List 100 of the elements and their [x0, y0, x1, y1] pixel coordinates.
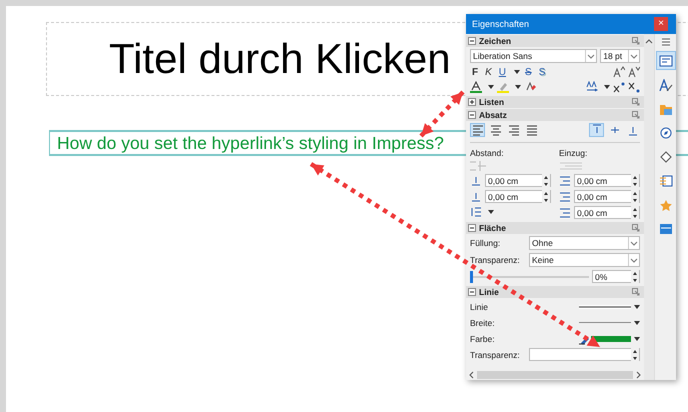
- sidebar-tab[interactable]: [656, 51, 676, 70]
- caret-icon[interactable]: [604, 85, 610, 89]
- section-title: Linie: [479, 287, 500, 297]
- line-label: Linie: [470, 302, 489, 312]
- align-middle-icon: [608, 124, 620, 136]
- arrow-head: [586, 336, 600, 347]
- caret-icon[interactable]: [634, 320, 640, 324]
- format-button[interactable]: K: [483, 66, 494, 78]
- collapse-icon[interactable]: [468, 224, 476, 232]
- collapse-icon[interactable]: [468, 37, 476, 45]
- scroll-right-icon[interactable]: [635, 371, 642, 379]
- line-transparency-field[interactable]: [529, 348, 640, 361]
- align-button[interactable]: [506, 123, 521, 137]
- format-button[interactable]: S: [523, 66, 534, 78]
- indent-label: Einzug:: [559, 148, 588, 158]
- section-header[interactable]: Zeichen: [466, 35, 644, 47]
- vertical-align-button[interactable]: [589, 123, 604, 137]
- slider-thumb[interactable]: [470, 270, 473, 282]
- indent-options-icon: [559, 161, 583, 171]
- align-left-icon: [472, 124, 484, 136]
- panel-title: Eigenschaften: [472, 19, 530, 29]
- align-button[interactable]: [470, 123, 485, 137]
- caret-icon[interactable]: [488, 85, 494, 89]
- superscript-icon[interactable]: [613, 81, 625, 93]
- font-color-icon[interactable]: [470, 81, 482, 93]
- section-title: Absatz: [479, 110, 508, 120]
- indent-field[interactable]: 0,00 cm: [574, 190, 640, 203]
- dropdown-button[interactable]: [628, 50, 639, 62]
- font-size-field[interactable]: 18 pt: [600, 49, 640, 63]
- list-icon: [658, 174, 672, 186]
- percent-field[interactable]: 0%: [592, 270, 640, 283]
- chevron-icon: [630, 258, 638, 262]
- align-button[interactable]: [524, 123, 539, 137]
- fill-dropdown[interactable]: Ohne: [529, 236, 640, 250]
- shrink-font-icon[interactable]: [628, 66, 640, 78]
- close-button[interactable]: ×: [654, 17, 668, 31]
- color-swatch[interactable]: [591, 336, 631, 342]
- more-options-icon[interactable]: [632, 98, 640, 106]
- indent-icon[interactable]: [559, 174, 571, 186]
- more-options-icon[interactable]: [632, 111, 640, 119]
- section-header[interactable]: Fläche: [466, 222, 644, 234]
- section-header[interactable]: Linie: [466, 286, 644, 298]
- scroll-up-icon[interactable]: [645, 38, 653, 44]
- indent-field[interactable]: 0,00 cm: [574, 174, 640, 187]
- format-button[interactable]: U: [496, 66, 508, 78]
- navigator-icon: [658, 126, 672, 138]
- collapse-icon[interactable]: [468, 111, 476, 119]
- spacing-icon[interactable]: [470, 174, 482, 186]
- spacing-label: Abstand:: [470, 148, 505, 158]
- width-label: Breite:: [470, 318, 496, 328]
- format-button[interactable]: F: [470, 66, 480, 78]
- spin-button[interactable]: [631, 268, 639, 284]
- section-title: Zeichen: [479, 36, 512, 46]
- more-options-icon[interactable]: [632, 224, 640, 232]
- spacing-field[interactable]: 0,00 cm: [485, 190, 551, 203]
- spin-button[interactable]: [631, 204, 639, 220]
- clear-formatting-icon[interactable]: [524, 81, 536, 93]
- scrollbar-thumb[interactable]: [477, 371, 633, 379]
- line-style-preview[interactable]: [579, 304, 631, 308]
- section-header[interactable]: Listen: [466, 96, 644, 108]
- slide-title: Titel durch Klicken: [109, 35, 451, 83]
- collapse-icon[interactable]: [468, 288, 476, 296]
- more-options-icon[interactable]: [632, 37, 640, 45]
- expand-icon[interactable]: [468, 98, 476, 106]
- section-header[interactable]: Absatz: [466, 109, 644, 121]
- transparency-dropdown[interactable]: Keine: [529, 253, 640, 267]
- align-right-icon: [508, 124, 520, 136]
- dropdown-button[interactable]: [628, 254, 639, 266]
- align-button[interactable]: [488, 123, 503, 137]
- paragraph-spacing-icon: [470, 161, 486, 171]
- color-label: Farbe:: [470, 334, 496, 344]
- line-spacing-icon[interactable]: [470, 206, 482, 218]
- indent-field[interactable]: 0,00 cm: [574, 206, 640, 219]
- subscript-icon[interactable]: [628, 81, 640, 93]
- grow-font-icon[interactable]: [613, 66, 625, 78]
- indent-icon[interactable]: [559, 206, 571, 218]
- dropdown-button[interactable]: [628, 237, 639, 249]
- menu-icon[interactable]: [660, 38, 670, 46]
- section-title: Fläche: [479, 223, 507, 233]
- spacing-field[interactable]: 0,00 cm: [485, 174, 551, 187]
- caret-icon[interactable]: [634, 304, 640, 308]
- more-options-icon[interactable]: [632, 288, 640, 296]
- format-button[interactable]: S: [536, 66, 548, 78]
- scroll-left-icon[interactable]: [468, 371, 475, 379]
- slide-icon: [658, 222, 672, 234]
- indent-icon[interactable]: [559, 190, 571, 202]
- section-title: Listen: [479, 97, 506, 107]
- star-icon: [658, 198, 672, 210]
- caret-icon[interactable]: [514, 70, 520, 74]
- panel-title-bar[interactable]: Eigenschaften ×: [466, 14, 676, 34]
- font-name-field[interactable]: Liberation Sans: [470, 49, 598, 63]
- caret-icon[interactable]: [515, 85, 521, 89]
- fill-label: Füllung:: [470, 238, 502, 248]
- align-justify-icon: [526, 124, 538, 136]
- character-spacing-icon[interactable]: [586, 81, 598, 93]
- caret-icon[interactable]: [634, 336, 640, 340]
- spacing-icon[interactable]: [470, 190, 482, 202]
- caret-icon[interactable]: [488, 210, 494, 214]
- gallery-icon: [658, 102, 672, 114]
- dropdown-button[interactable]: [585, 50, 596, 62]
